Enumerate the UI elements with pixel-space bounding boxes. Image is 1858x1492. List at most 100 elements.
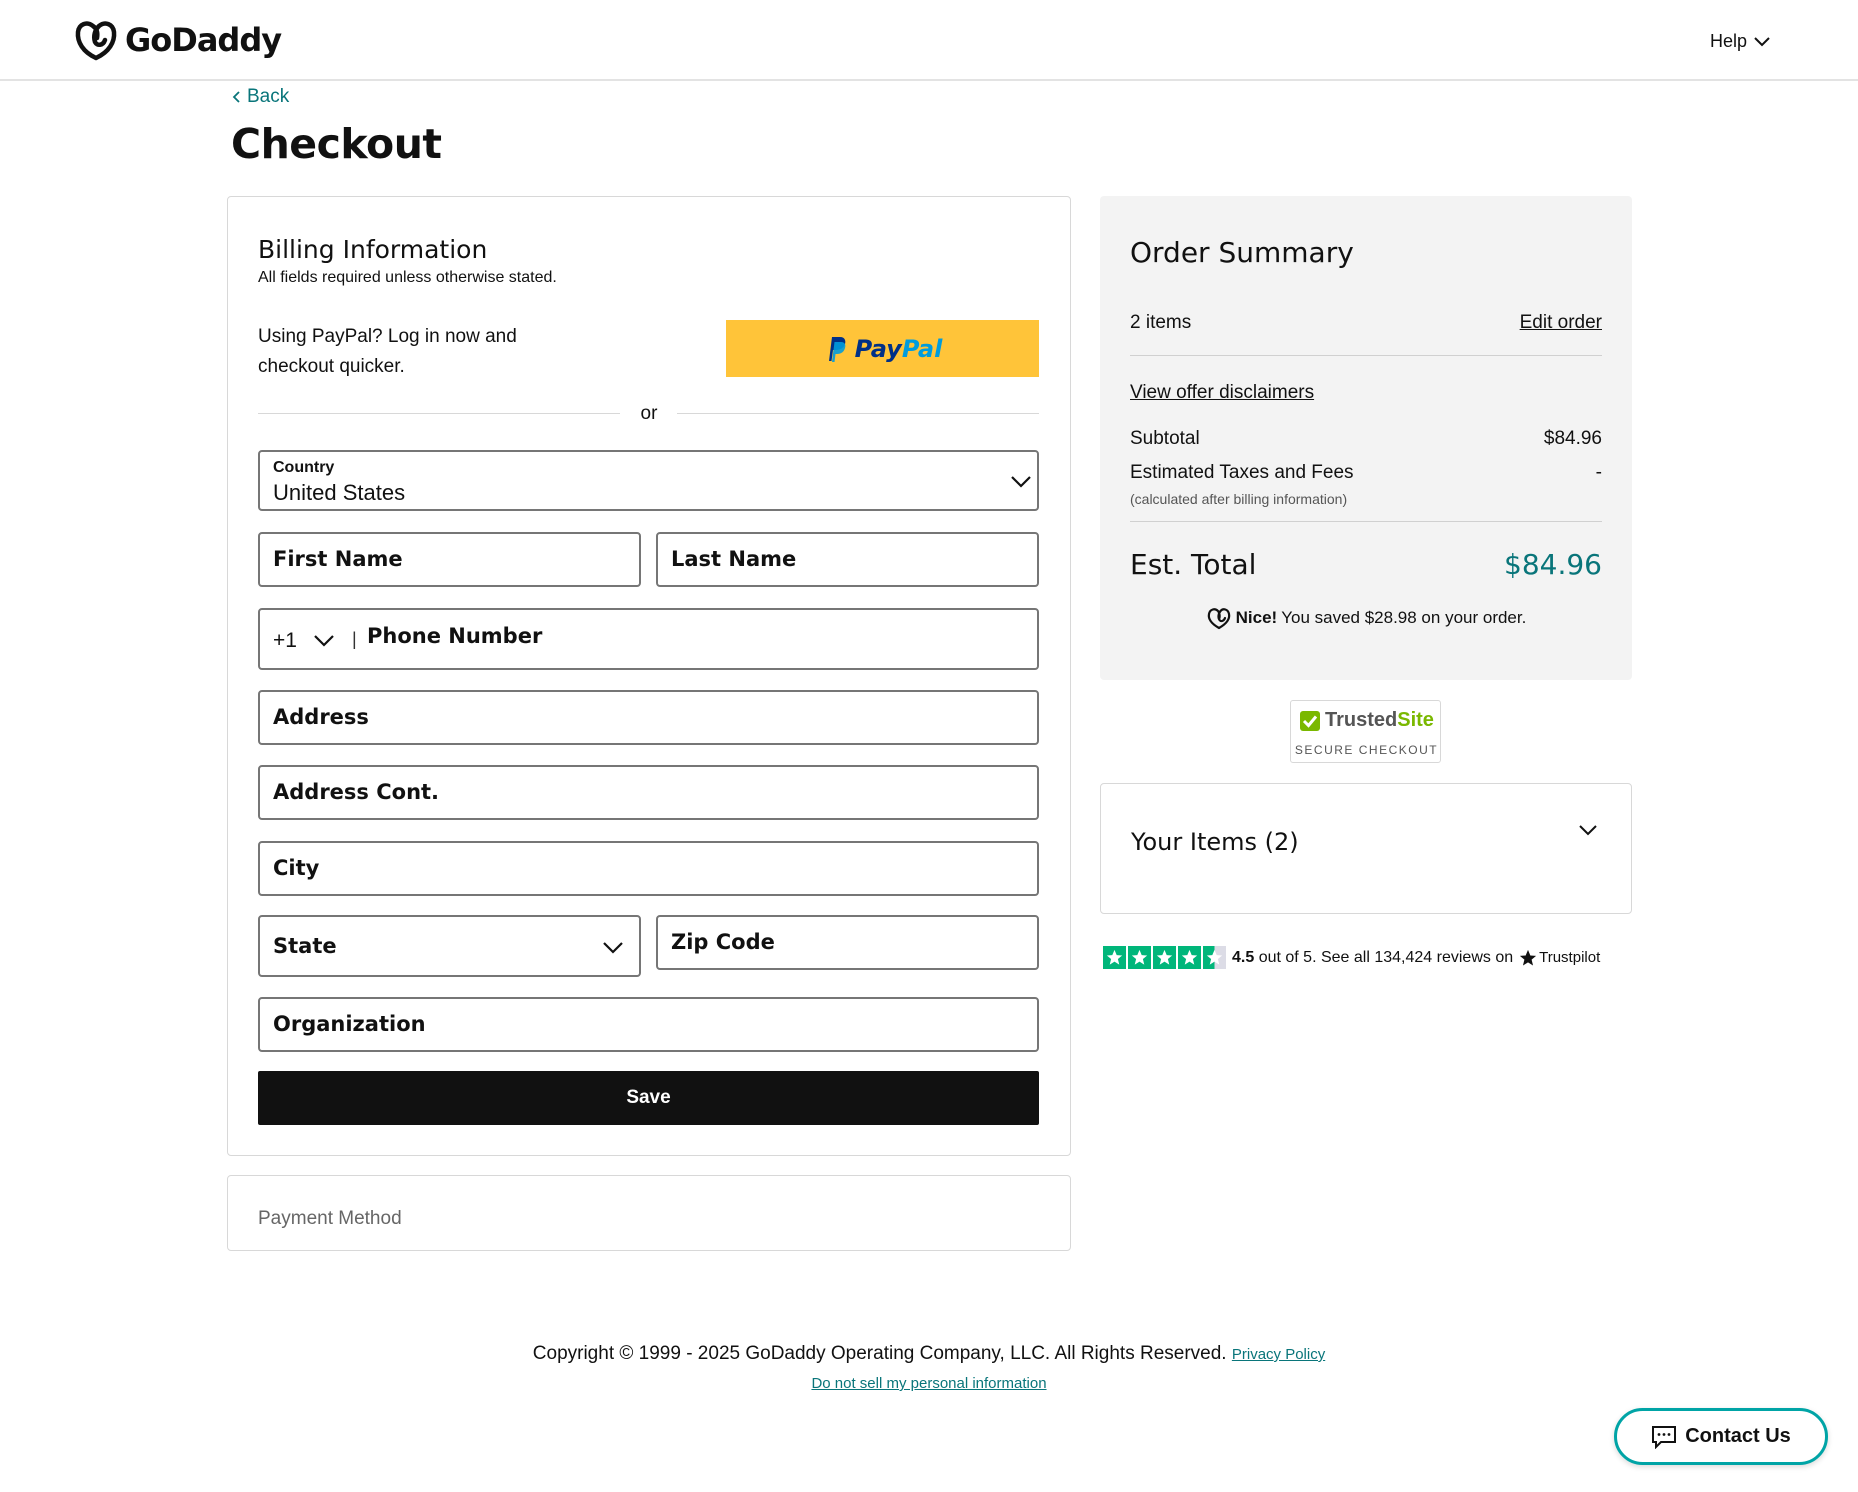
phone-country-code[interactable]: +1 bbox=[273, 629, 297, 653]
phone-placeholder: Phone Number bbox=[367, 624, 543, 648]
divider bbox=[1130, 521, 1602, 522]
top-header: GoDaddy Help bbox=[0, 0, 1858, 81]
items-count: 2 items bbox=[1130, 312, 1192, 333]
contact-us-label: Contact Us bbox=[1685, 1425, 1791, 1447]
copyright-line: Copyright © 1999 - 2025 GoDaddy Operatin… bbox=[0, 1343, 1858, 1365]
billing-card: Billing Information All fields required … bbox=[227, 196, 1071, 1156]
or-label: or bbox=[640, 403, 658, 424]
phone-field[interactable]: +1 | Phone Number bbox=[258, 608, 1039, 670]
trustpilot-widget[interactable]: 4.5 out of 5. See all 134,424 reviews on… bbox=[1103, 946, 1600, 969]
subtotal-label: Subtotal bbox=[1130, 428, 1200, 449]
organization-placeholder: Organization bbox=[273, 1012, 426, 1036]
payment-method-section[interactable]: Payment Method bbox=[227, 1175, 1071, 1251]
first-name-placeholder: First Name bbox=[273, 547, 403, 571]
do-not-sell-line: Do not sell my personal information bbox=[0, 1375, 1858, 1392]
zip-code-placeholder: Zip Code bbox=[671, 930, 775, 954]
savings-text: You saved $28.98 on your order. bbox=[1281, 608, 1527, 627]
star-icon bbox=[1153, 946, 1176, 969]
paypal-pal: Pal bbox=[901, 334, 943, 363]
trustpilot-brand: Trustpilot bbox=[1519, 949, 1600, 967]
godaddy-heart-icon bbox=[1207, 608, 1230, 630]
first-name-field[interactable]: First Name bbox=[258, 532, 641, 587]
subtotal-value: $84.96 bbox=[1543, 428, 1602, 449]
order-summary-title: Order Summary bbox=[1130, 236, 1354, 269]
help-menu[interactable]: Help bbox=[1710, 31, 1771, 52]
est-total-label: Est. Total bbox=[1130, 548, 1257, 581]
logo-text: GoDaddy bbox=[125, 21, 282, 59]
star-icon bbox=[1178, 946, 1201, 969]
do-not-sell-link[interactable]: Do not sell my personal information bbox=[811, 1375, 1046, 1392]
trustpilot-star-icon bbox=[1520, 949, 1537, 966]
address-field[interactable]: Address bbox=[258, 690, 1039, 745]
country-value: United States bbox=[273, 480, 406, 505]
rating-stars bbox=[1103, 946, 1226, 969]
godaddy-logo[interactable]: GoDaddy bbox=[73, 18, 282, 62]
city-field[interactable]: City bbox=[258, 841, 1039, 896]
chevron-down-icon bbox=[1011, 476, 1031, 488]
edit-order-link[interactable]: Edit order bbox=[1520, 312, 1602, 334]
divider bbox=[1130, 355, 1602, 356]
last-name-field[interactable]: Last Name bbox=[656, 532, 1039, 587]
chevron-left-icon bbox=[232, 91, 240, 103]
trustedsite-logo: TrustedSite bbox=[1299, 709, 1434, 732]
chevron-down-icon bbox=[603, 942, 623, 954]
savings-bold: Nice! bbox=[1235, 608, 1278, 627]
godaddy-logo-icon bbox=[75, 21, 117, 61]
trustpilot-brand-text: Trustpilot bbox=[1539, 949, 1601, 966]
taxes-value: - bbox=[1595, 462, 1602, 483]
half-star-icon bbox=[1203, 946, 1226, 969]
your-items-accordion[interactable]: Your Items (2) bbox=[1100, 783, 1632, 914]
address-placeholder: Address bbox=[273, 705, 369, 729]
privacy-policy-link[interactable]: Privacy Policy bbox=[1232, 1346, 1325, 1363]
organization-field[interactable]: Organization bbox=[258, 997, 1039, 1052]
back-label: Back bbox=[247, 86, 290, 107]
trustpilot-rating-suffix: out of 5. bbox=[1258, 948, 1317, 966]
billing-title: Billing Information bbox=[258, 235, 488, 264]
last-name-placeholder: Last Name bbox=[671, 547, 797, 571]
chevron-down-icon[interactable] bbox=[313, 634, 335, 648]
city-placeholder: City bbox=[273, 856, 320, 880]
address-cont-field[interactable]: Address Cont. bbox=[258, 765, 1039, 820]
phone-separator: | bbox=[352, 629, 357, 649]
chat-icon bbox=[1652, 1425, 1677, 1449]
trustpilot-reviews: See all 134,424 reviews on bbox=[1320, 948, 1514, 966]
trustpilot-summary: 4.5 out of 5. See all 134,424 reviews on bbox=[1232, 949, 1513, 967]
star-icon bbox=[1128, 946, 1151, 969]
or-divider: or bbox=[258, 403, 1039, 424]
address-cont-placeholder: Address Cont. bbox=[273, 780, 440, 804]
back-link[interactable]: Back bbox=[231, 86, 289, 108]
taxes-note: (calculated after billing information) bbox=[1130, 491, 1348, 507]
country-select[interactable]: Country United States bbox=[258, 450, 1039, 511]
paypal-prompt: Using PayPal? Log in now and checkout qu… bbox=[258, 326, 517, 377]
country-label: Country bbox=[273, 459, 335, 476]
state-select[interactable]: State bbox=[258, 915, 641, 977]
page-title: Checkout bbox=[231, 120, 442, 168]
paypal-wordmark: PayPal bbox=[855, 335, 943, 363]
trustedsite-word2: Site bbox=[1397, 709, 1434, 731]
contact-us-button[interactable]: Contact Us bbox=[1614, 1408, 1828, 1465]
trustedsite-caption: SECURE CHECKOUT bbox=[1294, 743, 1439, 757]
paypal-pay: Pay bbox=[854, 334, 902, 363]
your-items-label: Your Items (2) bbox=[1131, 828, 1299, 856]
chevron-down-icon bbox=[1579, 825, 1597, 836]
copyright-text: Copyright © 1999 - 2025 GoDaddy Operatin… bbox=[532, 1343, 1227, 1364]
taxes-label: Estimated Taxes and Fees bbox=[1130, 462, 1354, 483]
order-summary: Order Summary 2 items Edit order View of… bbox=[1100, 196, 1632, 680]
billing-subtitle: All fields required unless otherwise sta… bbox=[258, 269, 557, 286]
help-label: Help bbox=[1710, 31, 1748, 51]
save-button[interactable]: Save bbox=[258, 1071, 1039, 1125]
chevron-down-icon bbox=[1754, 36, 1770, 46]
zip-code-field[interactable]: Zip Code bbox=[656, 915, 1039, 970]
star-icon bbox=[1103, 946, 1126, 969]
paypal-icon bbox=[828, 336, 846, 362]
checkmark-icon bbox=[1300, 710, 1320, 731]
paypal-button[interactable]: PayPal bbox=[726, 320, 1039, 377]
trustpilot-rating: 4.5 bbox=[1232, 948, 1255, 966]
est-total-value: $84.96 bbox=[1504, 548, 1602, 581]
savings-message: Nice! You saved $28.98 on your order. bbox=[1100, 606, 1632, 630]
offer-disclaimers-link[interactable]: View offer disclaimers bbox=[1130, 382, 1314, 404]
trustedsite-word1: Trusted bbox=[1325, 709, 1398, 731]
payment-method-label: Payment Method bbox=[258, 1208, 402, 1229]
state-placeholder: State bbox=[273, 934, 337, 958]
trustedsite-badge[interactable]: TrustedSite SECURE CHECKOUT bbox=[1290, 700, 1441, 763]
